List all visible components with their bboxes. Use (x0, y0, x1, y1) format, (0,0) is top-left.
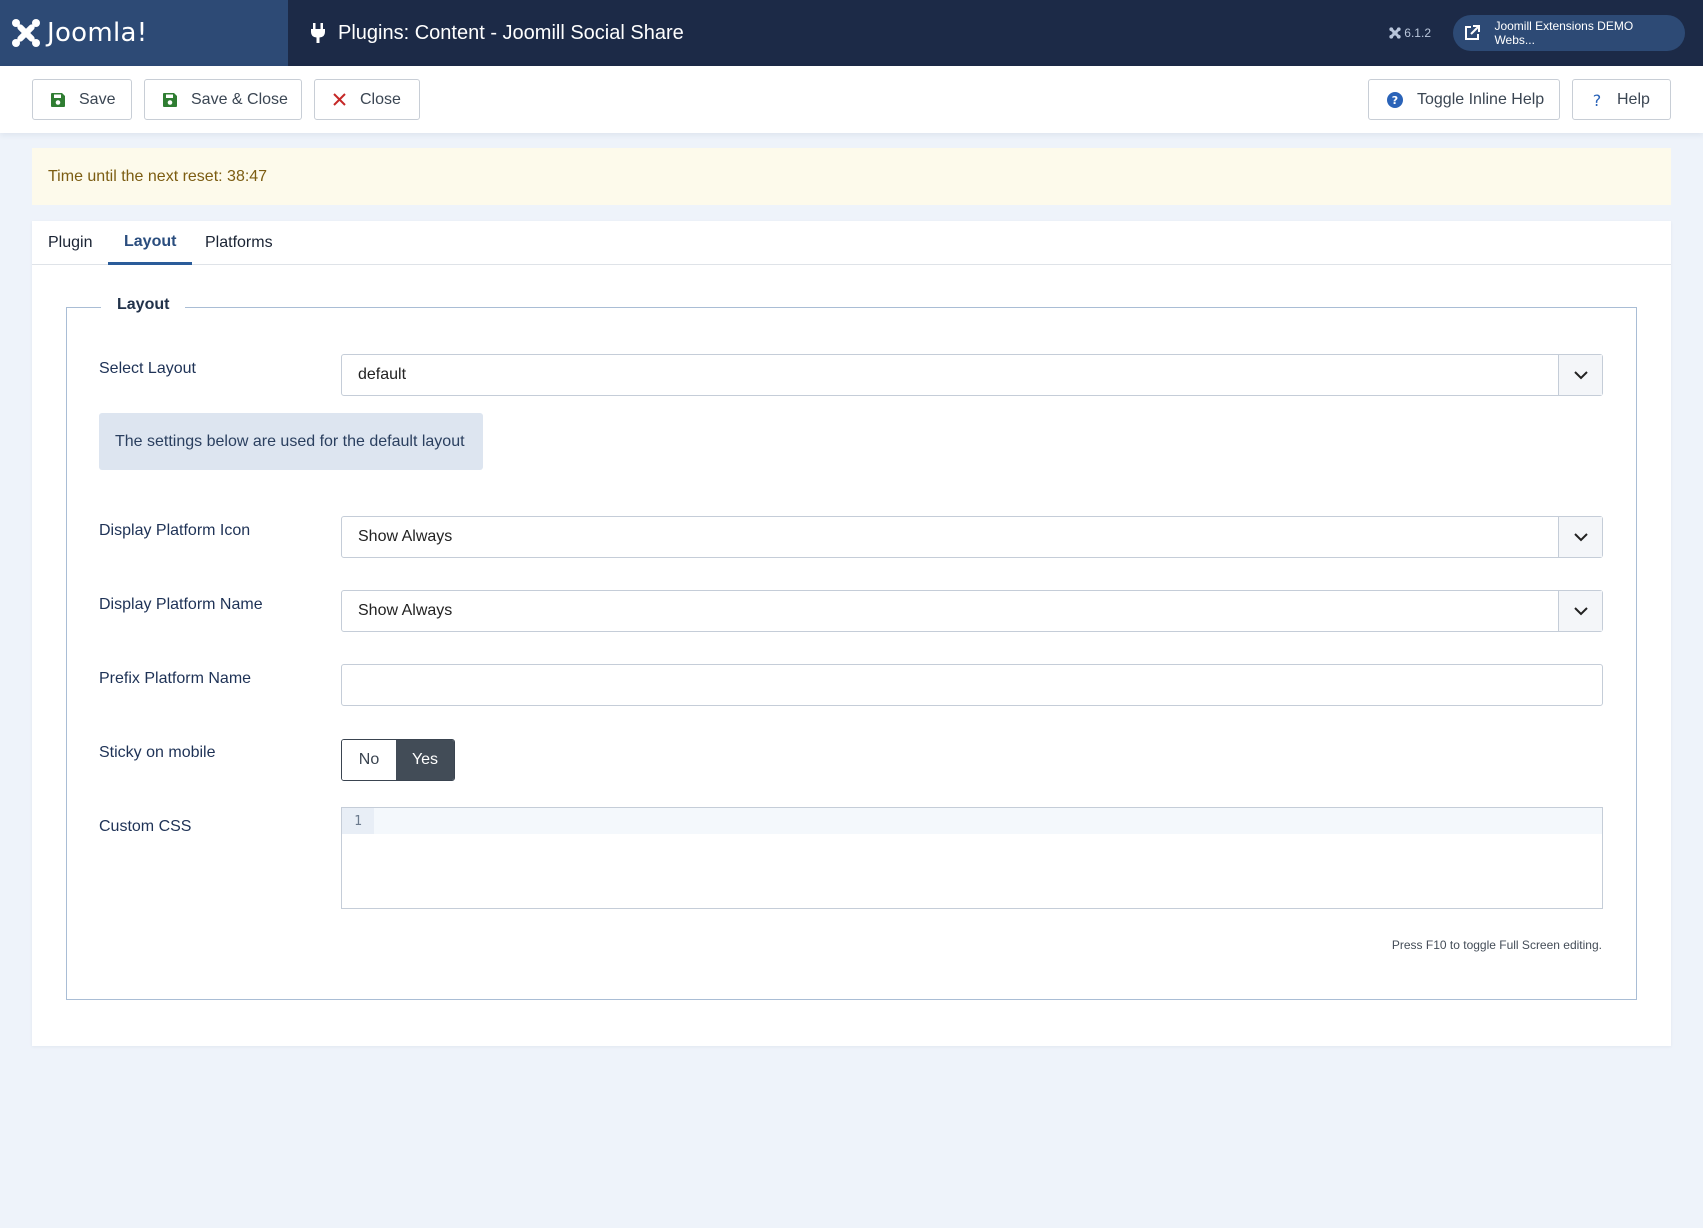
reset-timer-alert: Time until the next reset: 38:47 (32, 148, 1671, 205)
active-line (342, 808, 1602, 834)
chevron-down-icon (1558, 355, 1602, 395)
select-layout-dropdown[interactable]: default (341, 354, 1603, 396)
layout-fieldset: Layout Select Layout default The setting… (66, 296, 1637, 1000)
version-badge: 6.1.2 (1389, 26, 1431, 40)
question-icon: ? (1593, 92, 1602, 108)
logo[interactable]: Joomla! (0, 0, 288, 66)
plug-icon (311, 23, 325, 43)
prefix-platform-name-input[interactable] (341, 664, 1603, 706)
sticky-on-mobile-label: Sticky on mobile (99, 744, 216, 761)
close-button[interactable]: Close (314, 79, 420, 120)
layout-info-box: The settings below are used for the defa… (99, 413, 483, 470)
toggle-inline-help-button[interactable]: ? Toggle Inline Help (1368, 79, 1560, 120)
line-number: 1 (342, 808, 374, 834)
joomla-logo-icon (12, 19, 40, 47)
question-circle-icon: ? (1387, 91, 1403, 108)
tab-platforms[interactable]: Platforms (189, 221, 289, 265)
select-layout-label: Select Layout (99, 360, 196, 377)
logo-text: Joomla! (47, 18, 148, 48)
save-close-button[interactable]: Save & Close (144, 79, 302, 120)
close-icon (333, 93, 346, 106)
display-platform-icon-label: Display Platform Icon (99, 522, 251, 539)
tab-plugin[interactable]: Plugin (32, 221, 108, 265)
tab-layout[interactable]: Layout (108, 221, 193, 265)
sticky-on-mobile-switcher: No Yes (341, 739, 455, 781)
save-button[interactable]: Save (32, 79, 132, 120)
custom-css-editor[interactable]: 1 (341, 807, 1603, 909)
joomla-small-icon (1389, 27, 1401, 39)
save-icon (51, 92, 65, 107)
fullscreen-hint: Press F10 to toggle Full Screen editing. (1391, 938, 1602, 952)
help-button[interactable]: ? Help (1572, 79, 1671, 120)
header: Joomla! Plugins: Content - Joomill Socia… (0, 0, 1703, 66)
page-title-text: Plugins: Content - Joomill Social Share (338, 21, 684, 44)
plugin-form-card: Plugin Layout Platforms Layout Select La… (32, 221, 1671, 1046)
display-platform-name-dropdown[interactable]: Show Always (341, 590, 1603, 632)
svg-text:?: ? (1593, 92, 1602, 108)
toolbar: Save Save & Close Close ? Toggle Inline … (0, 66, 1703, 133)
save-icon (163, 92, 177, 107)
visit-site-button[interactable]: Joomill Extensions DEMO Webs... (1453, 15, 1685, 51)
sticky-no-option[interactable]: No (342, 740, 396, 780)
page-title: Plugins: Content - Joomill Social Share (310, 22, 684, 45)
sticky-yes-option[interactable]: Yes (396, 740, 454, 780)
custom-css-label: Custom CSS (99, 818, 192, 835)
display-platform-icon-dropdown[interactable]: Show Always (341, 516, 1603, 558)
prefix-platform-name-label: Prefix Platform Name (99, 670, 252, 687)
chevron-down-icon (1558, 591, 1602, 631)
svg-text:?: ? (1392, 94, 1398, 107)
tab-bar: Plugin Layout Platforms (32, 221, 1671, 265)
chevron-down-icon (1558, 517, 1602, 557)
display-platform-name-label: Display Platform Name (99, 596, 263, 613)
external-link-icon (1459, 20, 1484, 46)
fieldset-legend: Layout (101, 296, 186, 314)
